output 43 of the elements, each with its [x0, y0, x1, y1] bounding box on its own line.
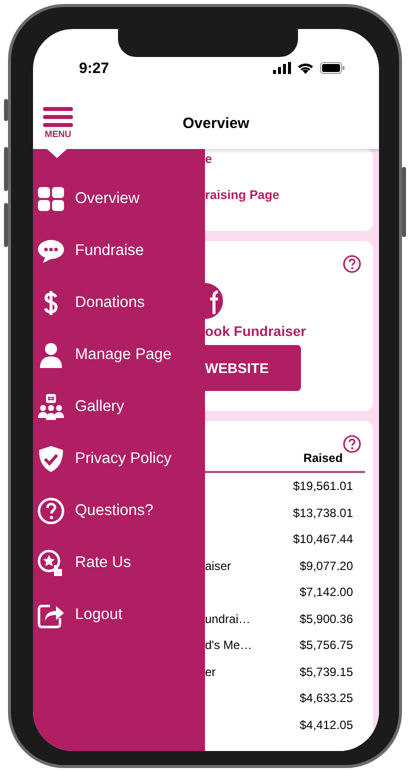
menu-item[interactable]: Overview [33, 173, 205, 225]
table-cell: $7,142.00 [300, 585, 353, 600]
table-cell: $19,561.01 [292, 479, 353, 494]
table-cell: $5,900.36 [300, 612, 353, 626]
signal-icon [273, 62, 291, 74]
table-cell: aiser [205, 558, 232, 573]
table-cell: $4,633.25 [300, 691, 353, 706]
card-title: ook Fundraiser [205, 323, 306, 339]
menu-item[interactable]: Gallery [33, 381, 205, 433]
card-text: e [205, 152, 212, 166]
page-title: Overview [182, 114, 250, 132]
table-cell: er [205, 664, 216, 679]
chat-bubble-icon [37, 237, 65, 265]
table-cell: $5,756.75 [300, 638, 353, 652]
table-cell: $9,077.20 [300, 558, 353, 573]
table-cell: undrai… [205, 612, 250, 626]
menu-item[interactable]: Rate Us [33, 537, 205, 589]
people-icon [37, 393, 65, 421]
help-icon[interactable] [343, 435, 361, 453]
menu-item[interactable]: Fundraise [33, 225, 205, 277]
person-icon [37, 341, 65, 369]
status-time: 9:27 [79, 60, 110, 76]
column-header: Raised [302, 451, 344, 465]
menu-item[interactable]: Manage Page [33, 329, 205, 381]
menu-item[interactable]: Privacy Policy [33, 433, 205, 485]
menu-item[interactable]: Questions? [33, 485, 205, 537]
table-cell: $10,467.44 [292, 532, 353, 546]
battery-icon [320, 62, 345, 74]
star-badge-icon [37, 549, 65, 577]
question-icon [37, 497, 65, 525]
menu-item[interactable]: Donations [33, 277, 205, 329]
wifi-icon [297, 62, 314, 74]
table-cell: $5,739.15 [300, 664, 353, 679]
grid-icon [37, 185, 65, 213]
help-icon[interactable] [343, 255, 361, 273]
shield-check-icon [37, 445, 65, 473]
table-cell: $4,412.05 [300, 718, 353, 732]
menu-button[interactable]: MENU [43, 107, 73, 139]
table-cell: $13,738.01 [292, 506, 353, 520]
page-link[interactable]: raising Page [205, 188, 280, 202]
website-button[interactable]: WEBSITE [205, 345, 301, 391]
table-cell: d's Me… [205, 638, 252, 652]
menu-item[interactable]: Logout [33, 589, 205, 641]
